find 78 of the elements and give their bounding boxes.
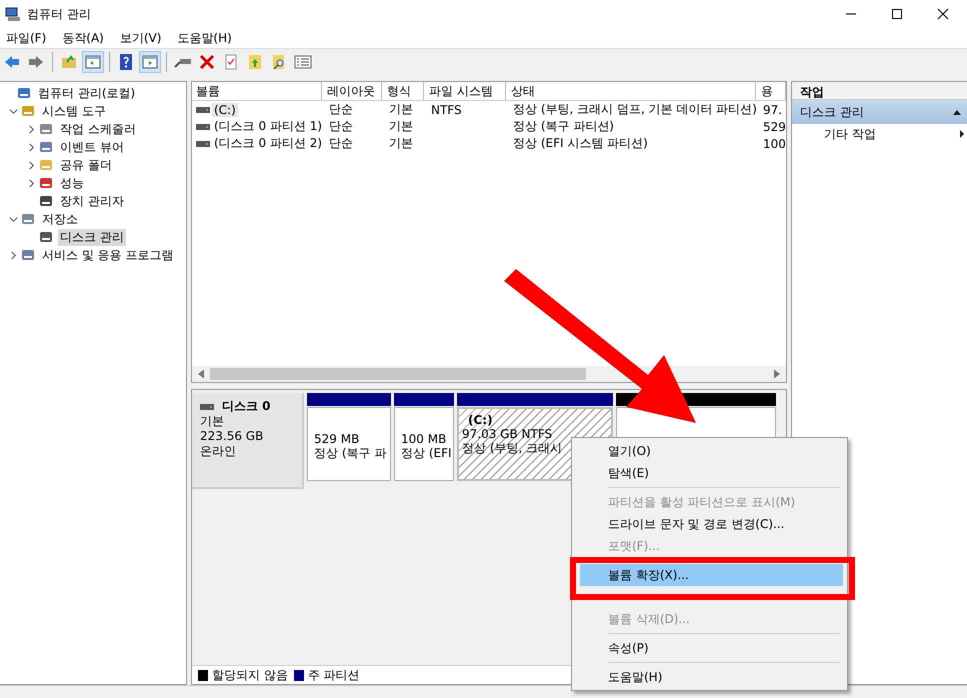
partition-size: 529 MB bbox=[314, 432, 360, 446]
actions-header: 작업 bbox=[792, 82, 967, 100]
disk-status: 온라인 bbox=[200, 444, 237, 459]
table-cell-text: 정상 (복구 파티션) bbox=[512, 118, 615, 135]
partition-size: 100 MB bbox=[401, 432, 448, 446]
menu-item[interactable]: 볼륨 확장(X)... bbox=[580, 564, 843, 586]
menu-item[interactable]: 도움말(H) bbox=[574, 666, 845, 688]
partition-block[interactable]: 529 MB 정상 (복구 파 bbox=[307, 407, 391, 481]
drive-icon bbox=[200, 402, 214, 410]
table-cell-text: 97. bbox=[762, 102, 784, 116]
close-icon[interactable] bbox=[937, 8, 949, 20]
tree-item[interactable]: 디스크 관리 bbox=[58, 228, 126, 246]
tree-item[interactable]: 장치 관리자 bbox=[58, 192, 126, 210]
partition-size: 97.03 GB NTFS bbox=[462, 427, 554, 441]
table-cell-text: (디스크 0 파티션 1) bbox=[213, 118, 322, 135]
table-cell: (C:) bbox=[212, 102, 238, 116]
expand-icon[interactable] bbox=[26, 178, 36, 188]
disk-type: 기본 bbox=[200, 414, 225, 429]
horizontal-scrollbar[interactable] bbox=[192, 366, 786, 382]
menu-item[interactable]: 파일(F) bbox=[6, 30, 46, 46]
disk-name: 디스크 0 bbox=[222, 399, 271, 414]
column-header[interactable]: 파일 시스템 bbox=[424, 82, 506, 100]
collapse-icon[interactable] bbox=[953, 108, 961, 116]
delete-icon[interactable] bbox=[197, 52, 217, 72]
menu-item[interactable]: 보기(V) bbox=[120, 30, 162, 46]
table-cell-text: 단순 bbox=[328, 101, 354, 118]
disk-size: 223.56 GB bbox=[200, 429, 264, 444]
collapse-icon[interactable] bbox=[8, 214, 18, 224]
column-header[interactable]: 볼륨 bbox=[192, 82, 322, 100]
pane-icon[interactable] bbox=[83, 52, 103, 72]
menu-item[interactable]: 도움말(H) bbox=[177, 30, 232, 46]
collapse-icon[interactable] bbox=[8, 106, 18, 116]
tree-item[interactable]: 시스템 도구 bbox=[40, 102, 108, 120]
tree-item[interactable]: 서비스 및 응용 프로그램 bbox=[40, 246, 176, 264]
column-header[interactable]: 상태 bbox=[506, 82, 756, 100]
table-cell-text: 기본 bbox=[388, 101, 414, 118]
expand-icon[interactable] bbox=[26, 160, 36, 170]
tree-item[interactable]: 컴퓨터 관리(로컬) bbox=[36, 84, 138, 102]
table-cell-text: 단순 bbox=[328, 118, 354, 135]
expand-icon[interactable] bbox=[26, 142, 36, 152]
table-cell-text: 기본 bbox=[388, 135, 414, 152]
menu-item[interactable]: 속성(P) bbox=[574, 637, 845, 659]
action-item[interactable]: 기타 작업 bbox=[824, 126, 876, 142]
partition-status: 정상 (부팅, 크래시 bbox=[462, 441, 564, 455]
tree-item[interactable]: 공유 폴더 bbox=[58, 156, 114, 174]
drive-icon bbox=[196, 140, 210, 148]
maximize-icon[interactable] bbox=[891, 8, 903, 20]
actions-section[interactable]: 디스크 관리 bbox=[792, 100, 967, 124]
column-header[interactable]: 형식 bbox=[382, 82, 424, 100]
tree-item[interactable]: 이벤트 뷰어 bbox=[58, 138, 126, 156]
table-cell-text: 100 bbox=[762, 136, 786, 150]
column-header[interactable]: 용 bbox=[756, 82, 786, 100]
column-header[interactable]: 레이아웃 bbox=[322, 82, 382, 100]
table-cell-text: 정상 (부팅, 크래시 덤프, 기본 데이터 파티션) bbox=[512, 101, 756, 118]
partition-label: (C:) bbox=[467, 413, 494, 427]
tree-item[interactable]: 저장소 bbox=[40, 210, 80, 228]
expand-icon[interactable] bbox=[26, 124, 36, 134]
table-cell-text: 기본 bbox=[388, 118, 414, 135]
window-title: 컴퓨터 관리 bbox=[27, 6, 91, 22]
menu-item[interactable]: 동작(A) bbox=[62, 30, 104, 46]
drive-icon bbox=[196, 122, 210, 130]
partition-status: 정상 (EFI bbox=[401, 446, 450, 460]
tree-item[interactable]: 성능 bbox=[58, 174, 86, 192]
table-cell-text: 정상 (EFI 시스템 파티션) bbox=[512, 135, 649, 152]
expand-icon[interactable] bbox=[8, 250, 18, 260]
legend-label: 할당되지 않음 bbox=[212, 666, 288, 684]
drive-icon bbox=[196, 106, 210, 114]
table-cell-text: (디스크 0 파티션 2) bbox=[213, 135, 322, 152]
table-cell-text: 529 bbox=[762, 120, 786, 134]
menu-item[interactable]: 드라이브 문자 및 경로 변경(C)... bbox=[574, 513, 845, 535]
table-cell-text: NTFS bbox=[430, 102, 463, 116]
pane-icon[interactable] bbox=[140, 52, 160, 72]
submenu-arrow-icon[interactable] bbox=[959, 129, 965, 139]
table-cell-text: 단순 bbox=[328, 135, 354, 152]
legend-label: 주 파티션 bbox=[308, 666, 360, 684]
partition-block[interactable]: 100 MB 정상 (EFI bbox=[394, 407, 454, 481]
partition-status: 정상 (복구 파 bbox=[314, 446, 387, 460]
tree-item[interactable]: 작업 스케줄러 bbox=[58, 120, 138, 138]
